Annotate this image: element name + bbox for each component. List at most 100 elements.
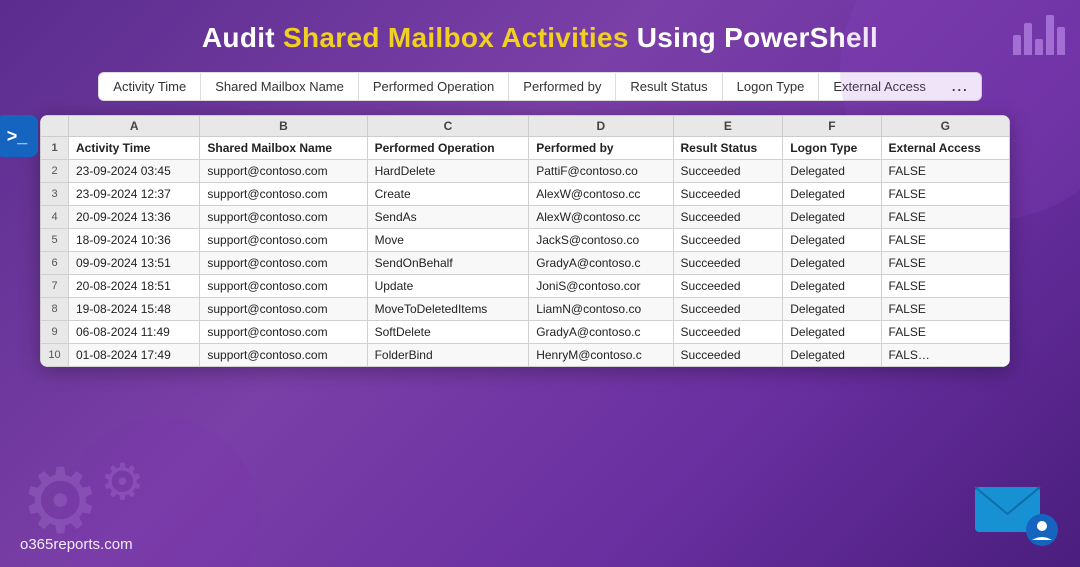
table-cell: 09-09-2024 13:51	[69, 252, 200, 275]
table-cell: HardDelete	[367, 160, 529, 183]
table-cell: PattiF@contoso.co	[529, 160, 673, 183]
table-cell: Succeeded	[673, 206, 783, 229]
table-cell: 01-08-2024 17:49	[69, 344, 200, 367]
title-suffix: Using PowerShell	[629, 22, 878, 53]
table-cell: Delegated	[783, 275, 881, 298]
column-tab-3[interactable]: Performed by	[508, 72, 615, 101]
gear-icon-1: ⚙	[20, 457, 101, 547]
table-cell: FALS…	[881, 344, 1009, 367]
table-cell: FALSE	[881, 275, 1009, 298]
table-cell: Succeeded	[673, 275, 783, 298]
table-cell: Update	[367, 275, 529, 298]
table-cell: support@contoso.com	[200, 229, 367, 252]
table-cell: 23-09-2024 12:37	[69, 183, 200, 206]
chart-bar	[1046, 15, 1054, 55]
data-table: ABCDEFG 1Activity TimeShared Mailbox Nam…	[40, 115, 1010, 367]
powershell-button[interactable]: >_	[0, 115, 38, 157]
header-cell-6: Logon Type	[783, 137, 881, 160]
table-cell: 20-08-2024 18:51	[69, 275, 200, 298]
table-row: 518-09-2024 10:36support@contoso.comMove…	[41, 229, 1010, 252]
ps-prompt-label: >_	[7, 127, 28, 145]
table-cell: AlexW@contoso.cc	[529, 206, 673, 229]
table-cell: MoveToDeletedItems	[367, 298, 529, 321]
col-letter-G: G	[881, 116, 1009, 137]
chart-bar	[1057, 27, 1065, 55]
header-cell-4: Performed by	[529, 137, 673, 160]
table-cell: GradyA@contoso.c	[529, 252, 673, 275]
table-cell: 20-09-2024 13:36	[69, 206, 200, 229]
table-cell: SendAs	[367, 206, 529, 229]
header-cell-2: Shared Mailbox Name	[200, 137, 367, 160]
col-letter-D: D	[529, 116, 673, 137]
table-cell: Delegated	[783, 298, 881, 321]
table-cell: Move	[367, 229, 529, 252]
table-cell: 4	[41, 206, 69, 229]
logo-text: o365reports.com	[20, 536, 133, 553]
header-cell-7: External Access	[881, 137, 1009, 160]
column-tab-0[interactable]: Activity Time	[98, 72, 200, 101]
title-prefix: Audit	[202, 22, 283, 53]
column-tab-5[interactable]: Logon Type	[722, 72, 819, 101]
table-row: 720-08-2024 18:51support@contoso.comUpda…	[41, 275, 1010, 298]
table-cell: Succeeded	[673, 160, 783, 183]
col-letter-E: E	[673, 116, 783, 137]
column-tab-4[interactable]: Result Status	[615, 72, 721, 101]
col-letter-A: A	[69, 116, 200, 137]
chart-bar	[1035, 39, 1043, 55]
table-cell: FALSE	[881, 229, 1009, 252]
column-tabs: Activity TimeShared Mailbox NamePerforme…	[0, 72, 1080, 101]
column-tab-1[interactable]: Shared Mailbox Name	[200, 72, 358, 101]
col-letter-B: B	[200, 116, 367, 137]
table-row: 223-09-2024 03:45support@contoso.comHard…	[41, 160, 1010, 183]
title-highlight: Shared Mailbox Activities	[283, 22, 629, 53]
table-cell: Succeeded	[673, 344, 783, 367]
header-cell-0: 1	[41, 137, 69, 160]
table-cell: support@contoso.com	[200, 183, 367, 206]
column-letter-row: ABCDEFG	[41, 116, 1010, 137]
chart-bar	[1024, 23, 1032, 55]
table-cell: FALSE	[881, 298, 1009, 321]
table-row: 1001-08-2024 17:49support@contoso.comFol…	[41, 344, 1010, 367]
table-row: 420-09-2024 13:36support@contoso.comSend…	[41, 206, 1010, 229]
column-tab-6[interactable]: External Access	[818, 72, 940, 101]
table-cell: Succeeded	[673, 229, 783, 252]
table-row: 609-09-2024 13:51support@contoso.comSend…	[41, 252, 1010, 275]
table-cell: support@contoso.com	[200, 252, 367, 275]
table-cell: JackS@contoso.co	[529, 229, 673, 252]
table-cell: Succeeded	[673, 252, 783, 275]
table-cell: Succeeded	[673, 321, 783, 344]
table-cell: FALSE	[881, 206, 1009, 229]
spreadsheet: ABCDEFG 1Activity TimeShared Mailbox Nam…	[40, 115, 1010, 367]
table-cell: 10	[41, 344, 69, 367]
table-cell: support@contoso.com	[200, 160, 367, 183]
table-cell: Delegated	[783, 344, 881, 367]
header-cell-3: Performed Operation	[367, 137, 529, 160]
table-cell: 06-08-2024 11:49	[69, 321, 200, 344]
chart-icon	[1013, 15, 1065, 55]
table-cell: Create	[367, 183, 529, 206]
tabs-more-button[interactable]: ...	[940, 72, 982, 101]
chart-bar	[1013, 35, 1021, 55]
table-cell: Delegated	[783, 206, 881, 229]
table-cell: SoftDelete	[367, 321, 529, 344]
table-cell: 5	[41, 229, 69, 252]
table-cell: 18-09-2024 10:36	[69, 229, 200, 252]
table-cell: GradyA@contoso.c	[529, 321, 673, 344]
table-cell: Delegated	[783, 160, 881, 183]
table-cell: FolderBind	[367, 344, 529, 367]
table-cell: Delegated	[783, 321, 881, 344]
column-tab-2[interactable]: Performed Operation	[358, 72, 508, 101]
table-row: 906-08-2024 11:49support@contoso.comSoft…	[41, 321, 1010, 344]
envelope-icon	[970, 472, 1060, 547]
table-cell: Delegated	[783, 252, 881, 275]
col-letter-C: C	[367, 116, 529, 137]
header-cell-5: Result Status	[673, 137, 783, 160]
table-cell: SendOnBehalf	[367, 252, 529, 275]
col-letter-	[41, 116, 69, 137]
table-cell: 3	[41, 183, 69, 206]
table-cell: support@contoso.com	[200, 321, 367, 344]
table-cell: JoniS@contoso.cor	[529, 275, 673, 298]
table-cell: 8	[41, 298, 69, 321]
table-cell: FALSE	[881, 160, 1009, 183]
table-cell: support@contoso.com	[200, 298, 367, 321]
